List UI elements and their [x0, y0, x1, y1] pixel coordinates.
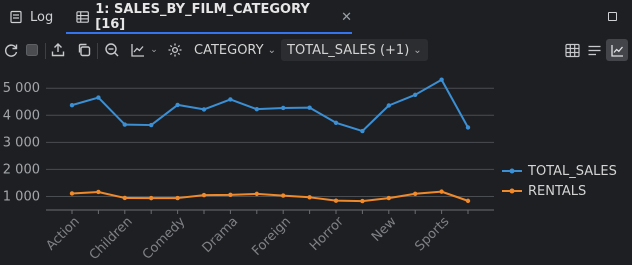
line-chart-icon	[131, 44, 145, 57]
category-axis-dropdown[interactable]: CATEGORY ⌄	[188, 39, 282, 61]
y-tick-label: 1 000	[3, 189, 40, 204]
data-point	[333, 198, 339, 203]
export-icon[interactable]	[49, 39, 67, 61]
maximize-icon[interactable]	[608, 12, 617, 21]
data-point	[149, 195, 154, 201]
data-point	[122, 195, 128, 201]
legend-label: RENTALS	[528, 184, 586, 199]
settings-icon[interactable]	[166, 39, 184, 61]
data-point	[386, 195, 391, 201]
y-tick-label: 2 000	[3, 162, 40, 177]
data-point	[281, 193, 286, 198]
data-point	[96, 95, 101, 100]
close-icon[interactable]: ✕	[341, 10, 352, 25]
y-tick-label: 3 000	[3, 135, 40, 150]
text-view-icon[interactable]	[585, 39, 603, 61]
category-axis-label: CATEGORY	[194, 42, 264, 58]
x-tick-label: Horror	[307, 214, 347, 254]
tab-active-label: 1: SALES_BY_FILM_CATEGORY [16]	[95, 2, 310, 32]
x-tick-label: Sports	[412, 214, 452, 254]
data-point	[465, 125, 471, 130]
data-point	[307, 105, 312, 110]
tab-sales-by-film-category[interactable]: 1: SALES_BY_FILM_CATEGORY [16] ✕	[66, 0, 352, 34]
x-tick-label: Comedy	[140, 214, 189, 263]
data-point	[228, 97, 233, 102]
data-point	[360, 198, 365, 204]
data-point	[439, 189, 444, 194]
series-line-total_sales	[71, 78, 469, 133]
legend-marker	[509, 168, 515, 174]
y-tick-label: 4 000	[3, 108, 40, 123]
table-icon	[76, 11, 89, 23]
data-point	[281, 105, 286, 111]
data-point	[149, 122, 154, 128]
log-icon	[10, 10, 22, 24]
chevron-down-icon: ⌄	[413, 44, 422, 56]
x-tick-label: Foreign	[249, 214, 294, 259]
x-tick-label: Children	[87, 214, 136, 263]
grid-view-icon[interactable]	[563, 39, 581, 61]
series-label: TOTAL_SALES (+1)	[287, 42, 410, 58]
line-chart: 1 000 2 000 3 000 4 000 5 000 Action Children C…	[3, 77, 617, 263]
x-tick-label: Action	[43, 214, 82, 253]
data-point	[201, 107, 207, 112]
data-point	[333, 120, 339, 125]
toolbar-separator	[45, 43, 46, 59]
data-point	[228, 192, 233, 198]
data-point	[360, 128, 365, 134]
data-point	[201, 192, 207, 198]
chevron-down-icon: ⌄	[267, 44, 276, 56]
toolbar-separator	[97, 43, 98, 59]
data-point	[465, 198, 471, 204]
x-tick-label: Drama	[200, 214, 242, 256]
data-point	[413, 92, 418, 98]
stop-icon[interactable]	[23, 39, 41, 61]
legend-label: TOTAL_SALES	[527, 164, 617, 179]
data-point	[254, 191, 259, 197]
x-tick-label: New	[369, 214, 400, 245]
chart-view-icon[interactable]	[606, 39, 628, 61]
chart-type-dropdown[interactable]: ⌄	[129, 39, 159, 61]
data-point	[69, 191, 75, 196]
data-point	[439, 77, 444, 82]
data-point	[175, 102, 180, 108]
refresh-icon[interactable]	[2, 39, 20, 61]
tab-log-label: Log	[30, 9, 54, 25]
tab-bar: Log 1: SALES_BY_FILM_CATEGORY [16] ✕	[0, 0, 632, 34]
data-point	[122, 122, 128, 127]
chevron-down-icon: ⌄	[150, 45, 158, 55]
series-dropdown[interactable]: TOTAL_SALES (+1) ⌄	[281, 39, 428, 61]
legend-marker	[509, 188, 515, 194]
y-tick-label: 5 000	[3, 81, 40, 96]
data-point	[96, 189, 101, 195]
data-point	[254, 106, 259, 112]
copy-icon[interactable]	[75, 39, 93, 61]
toolbar: ⌄ CATEGORY ⌄ TOTAL_SALES (+1) ⌄	[0, 35, 632, 65]
data-point	[307, 195, 312, 200]
tab-log[interactable]: Log	[10, 0, 53, 34]
zoom-out-icon[interactable]	[103, 39, 121, 61]
data-point	[413, 191, 418, 196]
data-point	[175, 195, 180, 201]
data-point	[69, 102, 75, 108]
data-point	[386, 103, 391, 108]
